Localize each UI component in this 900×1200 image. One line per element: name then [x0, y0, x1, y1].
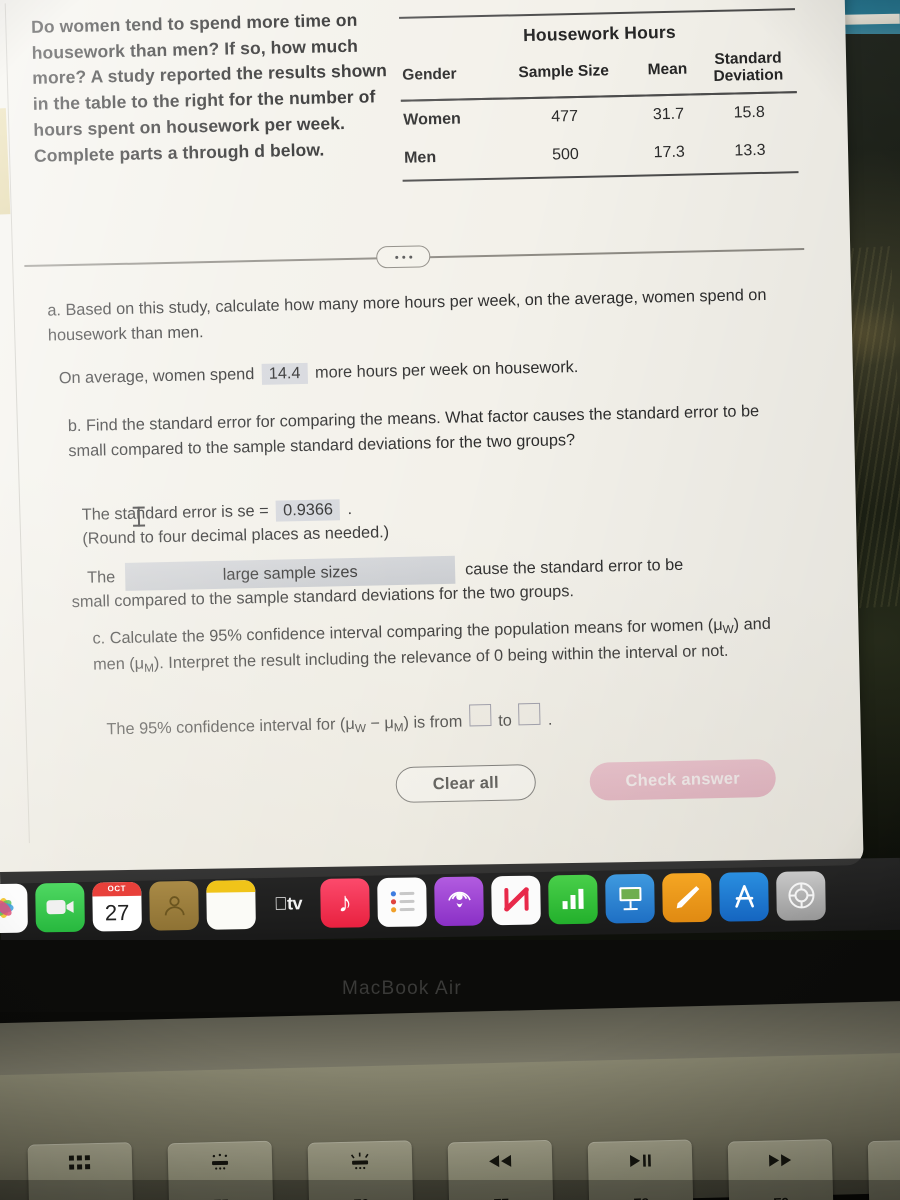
- facetime-camera-icon: [46, 900, 74, 915]
- macbook-air-label: MacBook Air: [342, 978, 462, 999]
- housework-hours-table: Housework Hours Gender Sample Size Mean …: [399, 8, 802, 182]
- part-a-answer-pre: On average, women spend: [58, 365, 255, 388]
- action-button-row: Clear all Check answer: [0, 751, 862, 830]
- play-pause-icon: [627, 1150, 653, 1171]
- apple-tv-text: tv: [280, 892, 302, 914]
- calendar-day-label: 27: [104, 899, 130, 925]
- part-c-prompt-line1: c. Calculate the 95% confidence interval…: [92, 617, 647, 648]
- part-a-answer-post: more hours per week on housework.: [314, 357, 579, 382]
- dock-item-calendar[interactable]: OCT 27: [92, 881, 142, 932]
- numbers-bar-chart-icon: [562, 888, 584, 910]
- section-divider: [24, 237, 805, 276]
- part-a-answer-line: On average, women spend 14.4 more hours …: [59, 357, 579, 389]
- ci-minus-text: − μ: [365, 714, 394, 733]
- table-row: Men 500 17.3 13.3: [402, 131, 799, 178]
- table-col-gender: Gender: [402, 65, 457, 84]
- dock-item-contacts[interactable]: [149, 880, 199, 931]
- rewind-icon: [487, 1151, 513, 1172]
- ci-mu-m-subscript: M: [393, 721, 404, 735]
- cell-mean-men: 17.3: [653, 143, 685, 162]
- part-b-se-label: The standard error is se =: [81, 501, 269, 524]
- ci-mu-w-subscript: W: [354, 721, 367, 736]
- dock-item-numbers[interactable]: [548, 874, 598, 924]
- dock-item-app-store[interactable]: [719, 871, 769, 922]
- dock-item-facetime[interactable]: [35, 882, 85, 932]
- table-col-standard-deviation: Standard Deviation: [713, 49, 784, 86]
- part-a-answer-input[interactable]: 14.4: [261, 362, 308, 385]
- dock-item-notes[interactable]: [206, 879, 256, 930]
- expand-details-button[interactable]: [376, 245, 431, 269]
- mu-m-subscript: M: [144, 662, 155, 676]
- dock-item-system-preferences[interactable]: [776, 870, 826, 921]
- part-b-sentence-mid: cause the standard error to be: [464, 555, 684, 579]
- ci-lower-bound-input[interactable]: [468, 703, 492, 727]
- launchpad-grid-icon: [68, 1153, 91, 1174]
- ci-mid-text: ) is from: [403, 712, 463, 732]
- part-c-ci-line: The 95% confidence interval for (μW − μM…: [106, 702, 553, 741]
- ellipsis-dot-icon: [408, 255, 412, 259]
- homework-page: Do women tend to spend more time on hous…: [0, 0, 864, 884]
- mu-w-subscript: W: [722, 622, 734, 637]
- part-b-se-input[interactable]: 0.9366: [275, 499, 341, 522]
- dock-item-keynote[interactable]: [605, 873, 655, 923]
- notes-header-icon: [206, 879, 256, 893]
- ellipsis-dot-icon: [394, 255, 398, 259]
- ellipsis-dot-icon: [401, 255, 405, 259]
- ci-pre-text: The 95% confidence interval for (μ: [106, 714, 355, 739]
- ci-to-label: to: [498, 711, 513, 730]
- keyboard-brightness-up-icon: [348, 1151, 372, 1172]
- contacts-icon: [164, 896, 185, 916]
- cell-gender-men: Men: [403, 148, 437, 167]
- photos-icon: [0, 897, 14, 918]
- screen-bezel-bottom: [0, 940, 900, 1012]
- cell-sd-men: 13.3: [734, 141, 766, 160]
- text-cursor-icon: [133, 506, 145, 527]
- system-preferences-gear-icon: [787, 882, 814, 909]
- ci-upper-bound-input[interactable]: [518, 702, 541, 726]
- dock-item-pages[interactable]: [662, 872, 712, 923]
- part-c-prompt-line3: within the interval or not.: [551, 642, 729, 665]
- cell-sd-women: 15.8: [733, 103, 765, 122]
- pages-pencil-icon: [676, 886, 699, 909]
- apple-tv-label: tv: [274, 893, 302, 914]
- check-answer-button[interactable]: Check answer: [589, 758, 777, 801]
- photo-of-laptop-screen: Do women tend to spend more time on hous…: [0, 0, 900, 1200]
- dock-item-apple-tv[interactable]: tv: [263, 879, 313, 929]
- part-b-se-period: .: [347, 499, 353, 519]
- part-b-prompt: b. Find the standard error for comparing…: [67, 402, 760, 461]
- podcasts-icon: [447, 891, 471, 908]
- keynote-presentation-icon: [618, 886, 642, 911]
- problem-statement: Do women tend to spend more time on hous…: [30, 9, 388, 166]
- cell-gender-women: Women: [403, 110, 461, 129]
- news-icon: [503, 887, 529, 912]
- dock-item-music[interactable]: ♪: [320, 877, 370, 928]
- part-c-prompt-line2c: ). Interpret the result including the re…: [153, 646, 548, 673]
- keyboard-brightness-down-icon: [209, 1152, 231, 1173]
- part-b-sentence-pre: The: [86, 567, 116, 587]
- table-col-sample-size: Sample Size: [518, 61, 610, 81]
- ci-period: .: [547, 710, 553, 729]
- reminders-icon: [390, 891, 415, 913]
- cell-sample-size-men: 500: [551, 145, 580, 164]
- dock-item-news[interactable]: [491, 875, 541, 925]
- fast-forward-icon: [767, 1150, 793, 1171]
- music-note-icon: ♪: [337, 886, 353, 918]
- part-c-ci-pre: The 95% confidence interval for (μW − μM…: [106, 713, 462, 741]
- part-b-se-line: The standard error is se = 0.9366 .: [82, 499, 353, 526]
- app-store-icon: [734, 885, 754, 908]
- macos-dock: OCT 27 tv ♪: [0, 857, 900, 944]
- dock-item-reminders[interactable]: [377, 876, 427, 927]
- cell-sample-size-women: 477: [551, 107, 579, 126]
- part-c-prompt: c. Calculate the 95% confidence interval…: [92, 612, 773, 680]
- cell-mean-women: 31.7: [652, 105, 685, 124]
- part-c-prompt-line2a: women (μ: [650, 615, 723, 636]
- dock-item-podcasts[interactable]: [434, 875, 484, 926]
- part-b-rounding-note: (Round to four decimal places as needed.…: [82, 523, 390, 548]
- clear-all-button[interactable]: Clear all: [395, 764, 537, 804]
- table-col-mean: Mean: [647, 60, 688, 79]
- part-a-prompt: a. Based on this study, calculate how ma…: [47, 285, 767, 345]
- dock-item-photos[interactable]: [0, 883, 28, 933]
- keyboard-shadow: [0, 1180, 900, 1200]
